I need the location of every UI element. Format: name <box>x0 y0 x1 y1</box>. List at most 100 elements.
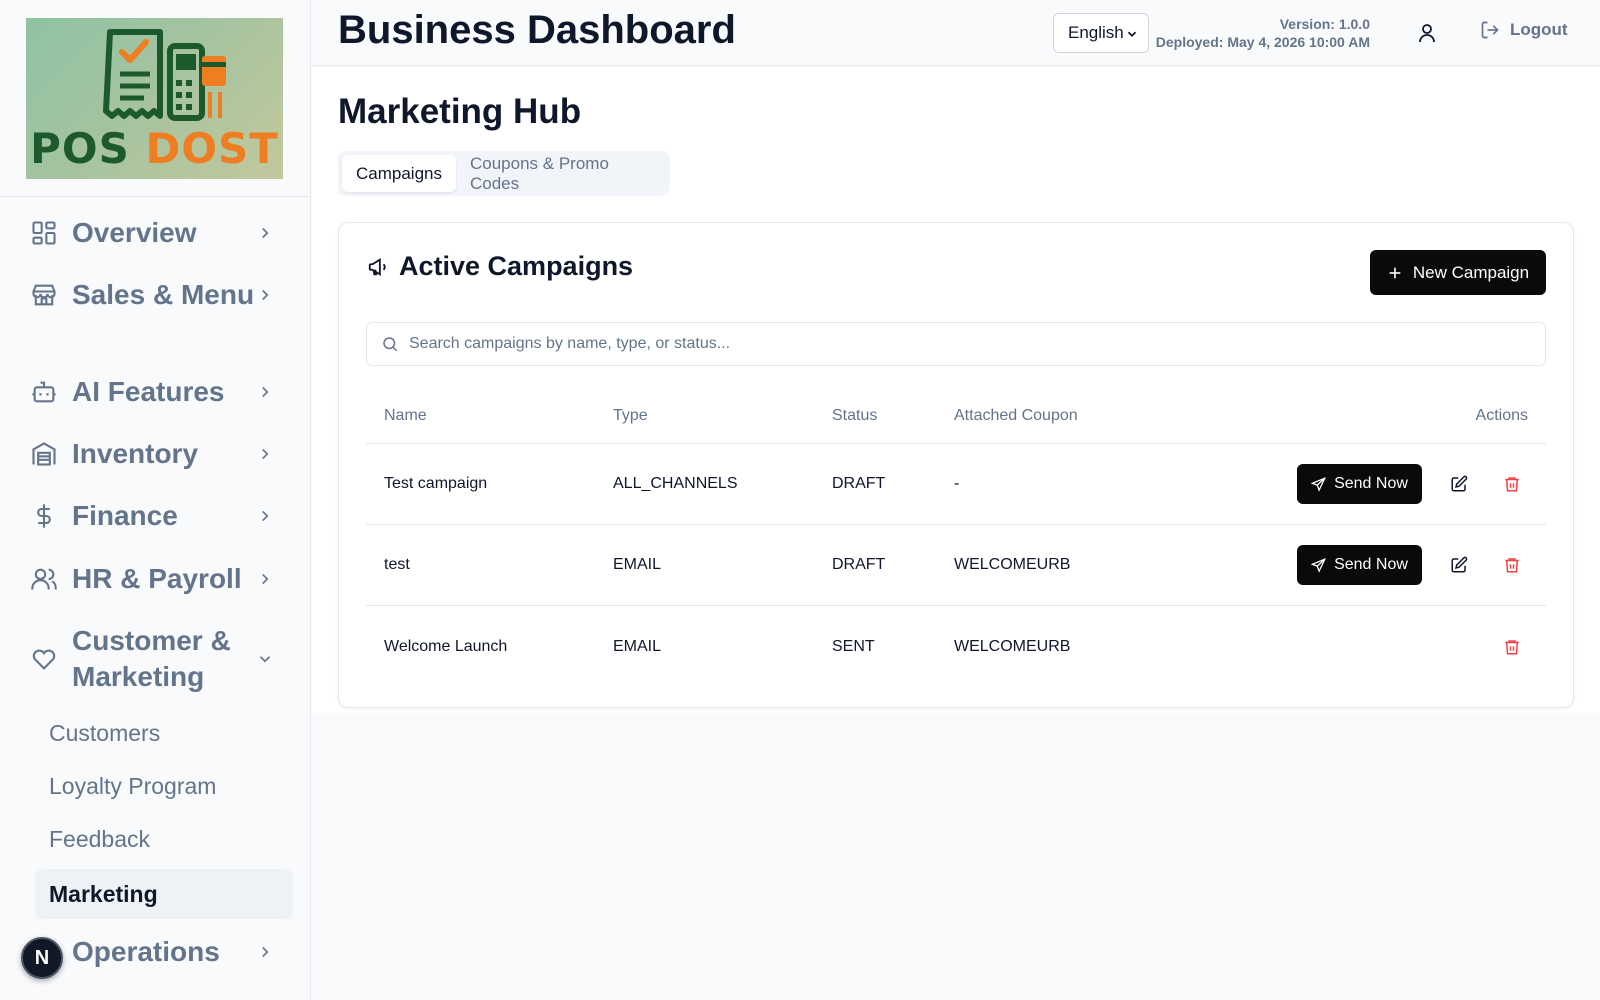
table-row: Welcome Launch EMAIL SENT WELCOMEURB <box>366 606 1546 687</box>
cell-coupon: WELCOMEURB <box>954 556 1071 573</box>
tab-coupons-promo-codes[interactable]: Coupons & Promo Codes <box>456 154 666 193</box>
chevron-right-icon <box>262 227 269 239</box>
cell-name: Welcome Launch <box>384 637 508 655</box>
column-header-actions: Actions <box>1475 406 1528 424</box>
search-input[interactable] <box>409 335 1509 353</box>
cell-status: SENT <box>832 637 875 655</box>
chevron-right-icon <box>262 289 269 301</box>
cell-type: ALL_CHANNELS <box>613 475 738 492</box>
user-icon[interactable] <box>1415 21 1439 45</box>
column-header-type: Type <box>613 406 648 424</box>
table-row: test EMAIL DRAFT WELCOMEURB Send Now <box>366 525 1546 606</box>
cell-name: Test campaign <box>384 475 488 492</box>
column-header-coupon: Attached Coupon <box>954 406 1078 424</box>
cell-name: test <box>384 556 410 573</box>
column-header-status: Status <box>832 406 878 424</box>
chevron-right-icon <box>262 448 269 460</box>
edit-button[interactable] <box>1442 548 1476 582</box>
cell-coupon: - <box>954 475 960 492</box>
tab-campaigns[interactable]: Campaigns <box>342 155 456 192</box>
dollar-icon <box>37 504 51 528</box>
delete-button[interactable] <box>1495 630 1529 664</box>
version-info: Version: 1.0.0 Deployed: May 4, 2026 10:… <box>1156 15 1370 51</box>
edit-icon <box>1451 556 1468 573</box>
send-now-label: Send Now <box>1334 475 1408 492</box>
sidebar-item-label: Overview <box>72 217 197 248</box>
search-icon <box>383 337 398 352</box>
send-now-button[interactable]: Send Now <box>1297 545 1422 585</box>
new-campaign-button[interactable]: New Campaign <box>1370 250 1546 295</box>
cell-type: EMAIL <box>613 637 662 655</box>
pos-dost-logo[interactable]: POS DOST <box>26 18 283 179</box>
language-value: English <box>1068 23 1124 42</box>
sidebar-item-label: Operations <box>72 936 220 967</box>
users-icon <box>31 568 57 590</box>
campaigns-table: Name Type Status Attached Coupon Actions… <box>366 388 1546 687</box>
chevron-right-icon <box>262 386 269 398</box>
warehouse-icon <box>32 442 56 466</box>
cell-coupon: WELCOMEURB <box>954 637 1071 655</box>
campaign-search <box>366 322 1546 366</box>
sidebar-item-overview[interactable]: Overview <box>30 215 280 251</box>
send-icon <box>1311 557 1327 573</box>
send-now-label: Send Now <box>1334 556 1408 573</box>
sidebar-item-label: AI Features <box>72 376 225 407</box>
card-title: Active Campaigns <box>367 251 633 282</box>
sidebar-item-label: Finance <box>72 500 178 531</box>
sidebar-item-sales-menu[interactable]: Sales & Menu <box>30 277 280 313</box>
sidebar-item-ai-features[interactable]: AI Features <box>30 374 280 410</box>
chevron-down-icon <box>1127 31 1137 37</box>
column-header-name: Name <box>384 406 427 424</box>
sidebar: POS DOST Overview Sales & Menu AI Featur… <box>0 0 311 1000</box>
logout-label: Logout <box>1510 20 1568 39</box>
megaphone-icon <box>368 257 386 276</box>
table-header: Name Type Status Attached Coupon Actions <box>366 388 1546 444</box>
sidebar-item-operations[interactable]: Operations <box>30 934 280 970</box>
heart-icon <box>32 649 56 670</box>
plus-icon <box>1389 267 1401 278</box>
delete-button[interactable] <box>1495 467 1529 501</box>
active-campaigns-card: Active Campaigns New Campaign Name Type … <box>338 222 1574 708</box>
delete-button[interactable] <box>1495 548 1529 582</box>
trash-icon <box>1505 558 1519 573</box>
sidebar-subitem-feedback[interactable]: Feedback <box>35 814 293 864</box>
sidebar-item-label: Sales & Menu <box>72 279 255 310</box>
sidebar-divider <box>0 196 311 197</box>
cell-type: EMAIL <box>613 556 662 573</box>
dev-tools-badge[interactable]: N <box>21 937 63 979</box>
chevron-right-icon <box>262 573 269 585</box>
logout-button[interactable]: Logout <box>1480 20 1568 40</box>
send-icon <box>1311 476 1327 492</box>
new-campaign-label: New Campaign <box>1412 262 1530 282</box>
trash-icon <box>1505 639 1519 654</box>
logout-icon <box>1481 21 1499 39</box>
layout-dashboard-icon <box>32 221 56 245</box>
chevron-right-icon <box>262 946 269 958</box>
cell-status: DRAFT <box>832 475 886 492</box>
sidebar-item-finance[interactable]: Finance <box>30 498 280 534</box>
trash-icon <box>1505 477 1519 492</box>
store-icon <box>32 284 56 306</box>
language-select[interactable]: English <box>1053 13 1149 53</box>
logo-wordmark: POS DOST <box>26 128 283 170</box>
sidebar-item-inventory[interactable]: Inventory <box>30 436 280 472</box>
deployed-text: Deployed: May 4, 2026 10:00 AM <box>1155 34 1370 50</box>
sidebar-item-label: Customer & Marketing <box>72 625 231 692</box>
bot-icon <box>32 381 56 403</box>
send-now-button[interactable]: Send Now <box>1297 464 1422 504</box>
chevron-right-icon <box>262 510 269 522</box>
cell-status: DRAFT <box>832 556 886 573</box>
sidebar-item-label: HR & Payroll <box>72 563 242 594</box>
chevron-down-icon <box>259 656 271 663</box>
version-text: Version: 1.0.0 <box>1279 16 1370 32</box>
top-header: Business Dashboard English Version: 1.0.… <box>312 0 1600 66</box>
sidebar-subitem-loyalty-program[interactable]: Loyalty Program <box>35 761 293 811</box>
card-title-text: Active Campaigns <box>399 251 634 281</box>
edit-button[interactable] <box>1442 467 1476 501</box>
page-title: Marketing Hub <box>338 92 582 131</box>
sidebar-item-customer-marketing[interactable]: Customer & Marketing <box>30 623 280 695</box>
sidebar-item-hr-payroll[interactable]: HR & Payroll <box>30 561 280 597</box>
sidebar-subitem-customers[interactable]: Customers <box>35 708 293 758</box>
edit-icon <box>1451 475 1468 492</box>
sidebar-subitem-marketing[interactable]: Marketing <box>35 869 293 919</box>
